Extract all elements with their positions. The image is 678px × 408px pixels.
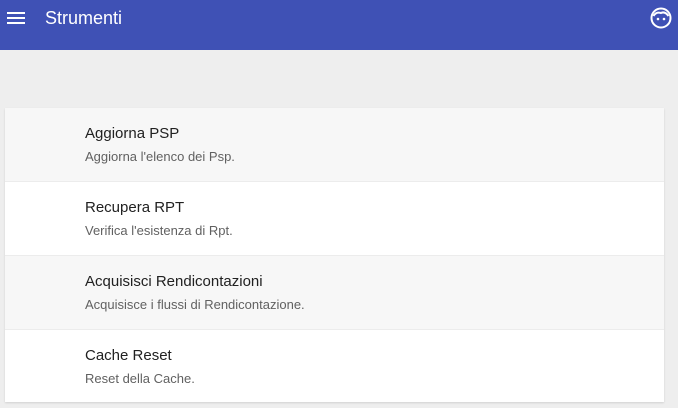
list-item-title: Aggiorna PSP — [85, 125, 180, 142]
list-item-description: Acquisisce i flussi di Rendicontazione. — [85, 297, 305, 312]
list-item-description: Aggiorna l'elenco dei Psp. — [85, 149, 235, 164]
list-item-title: Recupera RPT — [85, 199, 185, 216]
list-item-cache-reset[interactable]: Cache Reset Reset della Cache. — [5, 330, 664, 402]
user-avatar-icon[interactable] — [650, 7, 672, 29]
list-item-description: Verifica l'esistenza di Rpt. — [85, 223, 233, 238]
list-item-recupera-rpt[interactable]: Recupera RPT Verifica l'esistenza di Rpt… — [5, 182, 664, 256]
list-item-acquisisci-rendicontazioni[interactable]: Acquisisci Rendicontazioni Acquisisce i … — [5, 256, 664, 330]
list-item-title: Cache Reset — [85, 347, 172, 364]
tools-list: Aggiorna PSP Aggiorna l'elenco dei Psp. … — [5, 108, 664, 402]
list-item-title: Acquisisci Rendicontazioni — [85, 273, 263, 290]
list-item-description: Reset della Cache. — [85, 371, 195, 386]
list-item-aggiorna-psp[interactable]: Aggiorna PSP Aggiorna l'elenco dei Psp. — [5, 108, 664, 182]
hamburger-menu-icon[interactable] — [7, 9, 27, 27]
app-bar: Strumenti — [0, 0, 678, 50]
page-title: Strumenti — [45, 8, 123, 28]
